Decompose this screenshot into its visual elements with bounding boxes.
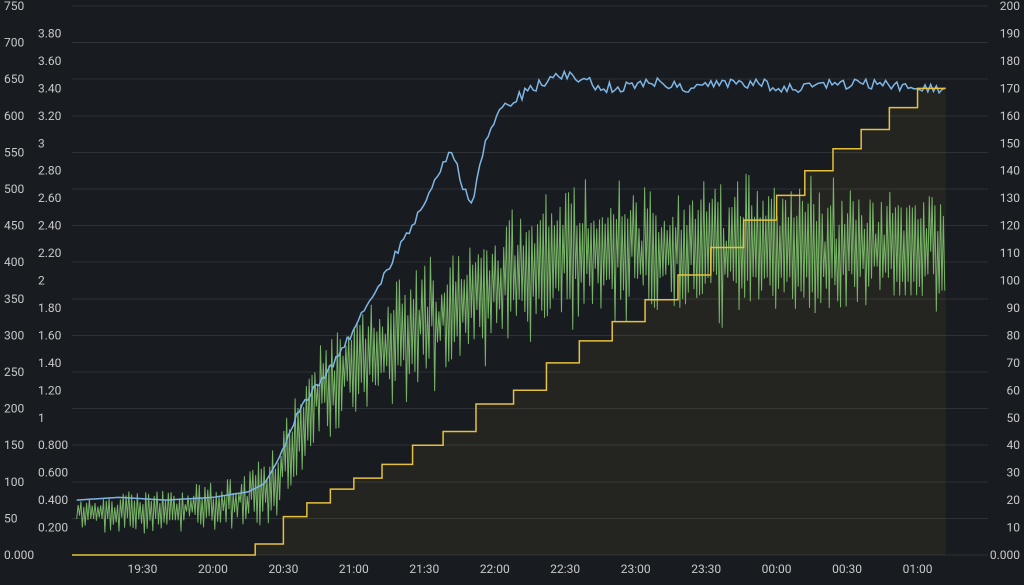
svg-text:250: 250	[4, 365, 24, 379]
svg-text:100: 100	[1000, 274, 1020, 288]
svg-text:400: 400	[4, 255, 24, 269]
svg-text:19:30: 19:30	[128, 562, 158, 576]
svg-text:50: 50	[1007, 411, 1021, 425]
y-axis-right: 0.000 10 20 30 40 50 60 70 80 90 100 110 120 130 140 15…	[990, 0, 1020, 562]
svg-text:650: 650	[4, 72, 24, 86]
svg-text:2.60: 2.60	[38, 191, 62, 205]
svg-text:130: 130	[1000, 191, 1020, 205]
svg-text:200: 200	[1000, 0, 1020, 13]
y-axis-left-inner: 0.200 0.400 0.600 0.800 1 1.20 1.40 1.60 1.80 2 2.…	[38, 26, 68, 534]
svg-text:100: 100	[4, 475, 24, 489]
svg-text:1.80: 1.80	[38, 301, 62, 315]
svg-text:40: 40	[1007, 438, 1021, 452]
svg-text:3.20: 3.20	[38, 109, 62, 123]
svg-text:0.600: 0.600	[38, 466, 68, 480]
svg-text:2: 2	[38, 274, 45, 288]
svg-text:0.000: 0.000	[4, 548, 34, 562]
svg-text:1.40: 1.40	[38, 356, 62, 370]
svg-text:50: 50	[4, 511, 18, 525]
svg-text:1.20: 1.20	[38, 383, 62, 397]
svg-text:140: 140	[1000, 164, 1020, 178]
svg-text:2.80: 2.80	[38, 164, 62, 178]
svg-text:10: 10	[1007, 521, 1021, 535]
svg-text:21:30: 21:30	[409, 562, 439, 576]
svg-text:20:30: 20:30	[268, 562, 298, 576]
svg-text:1: 1	[38, 411, 45, 425]
svg-text:1.60: 1.60	[38, 328, 62, 342]
time-series-chart[interactable]: 0.00050100150200250300350400450500550600…	[0, 0, 1024, 585]
svg-text:90: 90	[1007, 301, 1021, 315]
svg-text:450: 450	[4, 219, 24, 233]
svg-text:01:00: 01:00	[903, 562, 933, 576]
svg-text:600: 600	[4, 109, 24, 123]
svg-text:22:00: 22:00	[480, 562, 510, 576]
svg-text:500: 500	[4, 182, 24, 196]
svg-text:60: 60	[1007, 383, 1021, 397]
series-yellow-fill	[72, 88, 946, 555]
svg-text:150: 150	[4, 438, 24, 452]
x-axis: 19:30 20:00 20:30 21:00 21:30 22:00 22:30 23:00…	[128, 562, 933, 576]
svg-text:3.40: 3.40	[38, 81, 62, 95]
svg-text:0.400: 0.400	[38, 493, 68, 507]
svg-text:550: 550	[4, 145, 24, 159]
svg-text:3.60: 3.60	[38, 54, 62, 68]
svg-text:20: 20	[1007, 493, 1021, 507]
svg-text:20:00: 20:00	[198, 562, 228, 576]
svg-text:22:30: 22:30	[550, 562, 580, 576]
svg-text:21:00: 21:00	[339, 562, 369, 576]
svg-text:180: 180	[1000, 54, 1020, 68]
svg-text:0.000: 0.000	[990, 548, 1020, 562]
svg-text:160: 160	[1000, 109, 1020, 123]
svg-text:170: 170	[1000, 81, 1020, 95]
svg-text:23:30: 23:30	[691, 562, 721, 576]
svg-text:700: 700	[4, 36, 24, 50]
svg-text:80: 80	[1007, 328, 1021, 342]
svg-text:0.800: 0.800	[38, 438, 68, 452]
svg-text:350: 350	[4, 292, 24, 306]
svg-text:120: 120	[1000, 219, 1020, 233]
svg-text:750: 750	[4, 0, 24, 13]
svg-text:3.80: 3.80	[38, 26, 62, 40]
svg-text:70: 70	[1007, 356, 1021, 370]
svg-text:00:00: 00:00	[762, 562, 792, 576]
svg-text:0.200: 0.200	[38, 521, 68, 535]
svg-text:110: 110	[1000, 246, 1020, 260]
y-axis-left-outer: 0.000 50 100 150 200 250 300 350 400 450 500 550 600…	[4, 0, 34, 562]
svg-text:3: 3	[38, 136, 45, 150]
svg-text:30: 30	[1007, 466, 1021, 480]
svg-text:2.20: 2.20	[38, 246, 62, 260]
svg-text:200: 200	[4, 402, 24, 416]
svg-text:190: 190	[1000, 26, 1020, 40]
plot-area	[72, 72, 946, 555]
svg-text:150: 150	[1000, 136, 1020, 150]
svg-text:23:00: 23:00	[621, 562, 651, 576]
svg-text:300: 300	[4, 328, 24, 342]
svg-text:00:30: 00:30	[832, 562, 862, 576]
svg-text:2.40: 2.40	[38, 219, 62, 233]
